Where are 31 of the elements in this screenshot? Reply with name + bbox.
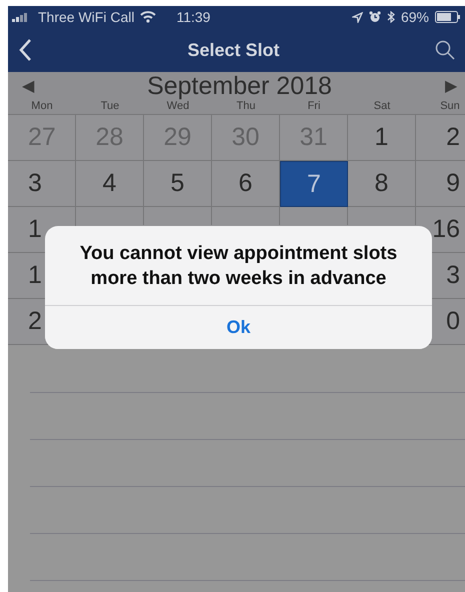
day-cell[interactable]: 4 xyxy=(76,161,144,207)
weekday-label: Wed xyxy=(166,100,190,114)
alarm-clock-icon xyxy=(368,11,381,23)
day-cell[interactable]: 5 xyxy=(144,161,212,207)
bluetooth-icon xyxy=(386,11,395,23)
weekday-label: Sun xyxy=(439,100,461,114)
location-arrow-icon xyxy=(352,12,363,22)
previous-month-button[interactable]: ◀ xyxy=(14,76,42,96)
carrier-name: Three WiFi Call xyxy=(38,9,134,25)
day-cell[interactable]: 6 xyxy=(212,161,280,207)
weekday-label: Fri xyxy=(306,100,322,114)
battery-icon xyxy=(435,11,461,23)
wifi-icon xyxy=(140,11,156,23)
month-title: September 2018 xyxy=(147,72,332,100)
search-icon xyxy=(435,40,455,60)
next-month-button[interactable]: ▶ xyxy=(436,76,465,96)
search-button[interactable] xyxy=(433,38,457,62)
battery-percent: 69% xyxy=(400,9,429,25)
alert-message: You cannot view appointment slots more than two weeks in advance xyxy=(78,242,398,291)
day-cell[interactable]: 7 xyxy=(280,161,348,207)
clock-time: 11:39 xyxy=(176,9,210,25)
screen-title: Select Slot xyxy=(187,40,280,60)
day-cell[interactable]: 3 xyxy=(8,161,76,207)
weekday-label: Tue xyxy=(100,100,120,114)
weekday-label: Thu xyxy=(236,100,256,114)
day-cell[interactable]: 1 xyxy=(348,115,416,161)
day-cell[interactable]: 8 xyxy=(348,161,416,207)
ok-button[interactable]: Ok xyxy=(45,305,432,350)
weekday-label: Sat xyxy=(372,100,392,114)
chevron-left-icon xyxy=(18,38,32,62)
weekday-label: Mon xyxy=(30,100,54,114)
